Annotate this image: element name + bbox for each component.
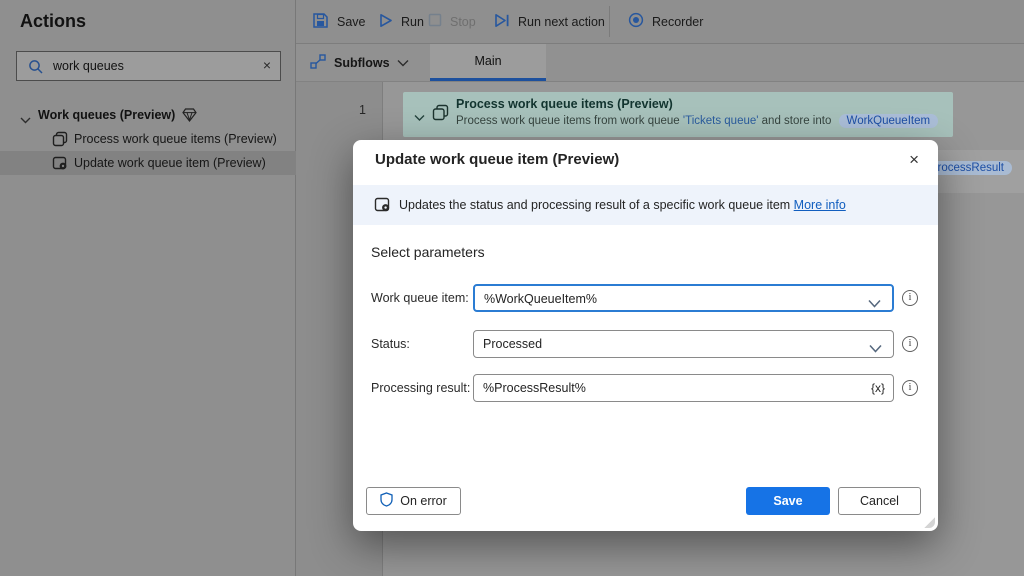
shield-icon [380,492,393,510]
status-dropdown[interactable] [473,330,894,358]
work-queue-item-label: Work queue item: [371,291,469,305]
search-box[interactable]: × [16,51,281,81]
toolbar-separator [609,6,610,37]
banner-text: Updates the status and processing result… [399,198,846,212]
processing-result-label: Processing result: [371,381,470,395]
sidebar-item-update-work-queue-item[interactable]: Update work queue item (Preview) [0,151,296,175]
resize-grip[interactable] [923,516,935,528]
action-process-work-queue-items[interactable]: Process work queue items (Preview) Proce… [403,92,953,137]
desc-text: and store into [758,115,834,127]
recorder-button[interactable]: Recorder [628,0,703,43]
run-icon [378,13,393,31]
processing-result-input[interactable]: {x} [473,374,894,402]
chevron-down-icon[interactable] [414,109,425,127]
tree-group-work-queues[interactable]: Work queues (Preview) [0,104,296,127]
sidebar-item-process-work-queue-items[interactable]: Process work queue items (Preview) [0,127,296,151]
work-queue-item-value[interactable] [484,286,844,311]
stop-label: Stop [450,15,476,29]
update-item-icon [52,155,68,176]
dialog-cancel-button[interactable]: Cancel [838,487,921,515]
search-input[interactable] [53,52,253,80]
app-window: Actions × Work queues (Preview) Process … [0,0,1024,576]
variable-chip-workqueueitem[interactable]: WorkQueueItem [839,114,939,128]
sidebar-item-label: Process work queue items (Preview) [74,132,277,146]
tab-main[interactable]: Main [430,44,546,81]
close-icon[interactable]: × [905,148,923,172]
status-value[interactable] [483,331,843,356]
chevron-down-icon[interactable] [869,340,882,358]
save-label: Save [337,15,366,29]
action-title: Process work queue items (Preview) [456,97,673,111]
processing-result-value[interactable] [483,375,843,400]
top-toolbar: Save Run Stop Run next action Recorder [296,0,1024,44]
run-next-icon [494,13,510,31]
search-icon [28,59,44,80]
run-button[interactable]: Run [378,0,424,43]
more-info-link[interactable]: More info [794,198,846,212]
tab-main-label: Main [474,54,501,68]
subflows-bar: Subflows Main [296,44,1024,82]
stop-button[interactable]: Stop [428,0,476,43]
run-next-label: Run next action [518,15,605,29]
info-icon[interactable]: i [902,336,918,352]
recorder-icon [628,12,644,31]
status-label: Status: [371,337,410,351]
on-error-label: On error [400,494,447,508]
stop-icon [428,13,442,30]
save-icon [312,12,329,32]
tree-group-label: Work queues (Preview) [38,108,175,122]
chevron-down-icon [397,56,409,70]
sidebar-title: Actions [20,11,86,32]
subflows-icon [310,54,327,72]
subflows-dropdown[interactable]: Subflows [310,44,409,81]
info-icon[interactable]: i [902,380,918,396]
info-banner: Updates the status and processing result… [353,185,938,225]
work-queue-item-dropdown[interactable] [473,284,894,312]
dialog-save-button[interactable]: Save [746,487,830,515]
run-next-action-button[interactable]: Run next action [494,0,605,43]
desc-queue-link[interactable]: 'Tickets queue' [683,115,759,127]
run-label: Run [401,15,424,29]
save-button[interactable]: Save [312,0,366,43]
action-description: Process work queue items from work queue… [456,114,938,128]
search-clear-icon[interactable]: × [263,57,271,73]
copy-stack-icon [432,104,449,126]
variable-picker-icon[interactable]: {x} [871,381,885,395]
update-work-queue-item-dialog: Update work queue item (Preview) × Updat… [353,140,938,531]
on-error-button[interactable]: On error [366,487,461,515]
sidebar-item-label: Update work queue item (Preview) [74,156,266,170]
chevron-down-icon[interactable] [868,295,881,313]
dialog-title: Update work queue item (Preview) [375,151,619,168]
update-item-icon [374,196,391,218]
subflows-label: Subflows [334,56,390,70]
row-number: 1 [296,103,383,117]
select-parameters-heading: Select parameters [371,244,485,260]
desc-text: Process work queue items from work queue [456,115,683,127]
banner-description: Updates the status and processing result… [399,198,790,212]
actions-sidebar: Actions × Work queues (Preview) Process … [0,0,296,576]
copy-stack-icon [52,131,68,152]
info-icon[interactable]: i [902,290,918,306]
recorder-label: Recorder [652,15,703,29]
premium-gem-icon [182,108,197,127]
